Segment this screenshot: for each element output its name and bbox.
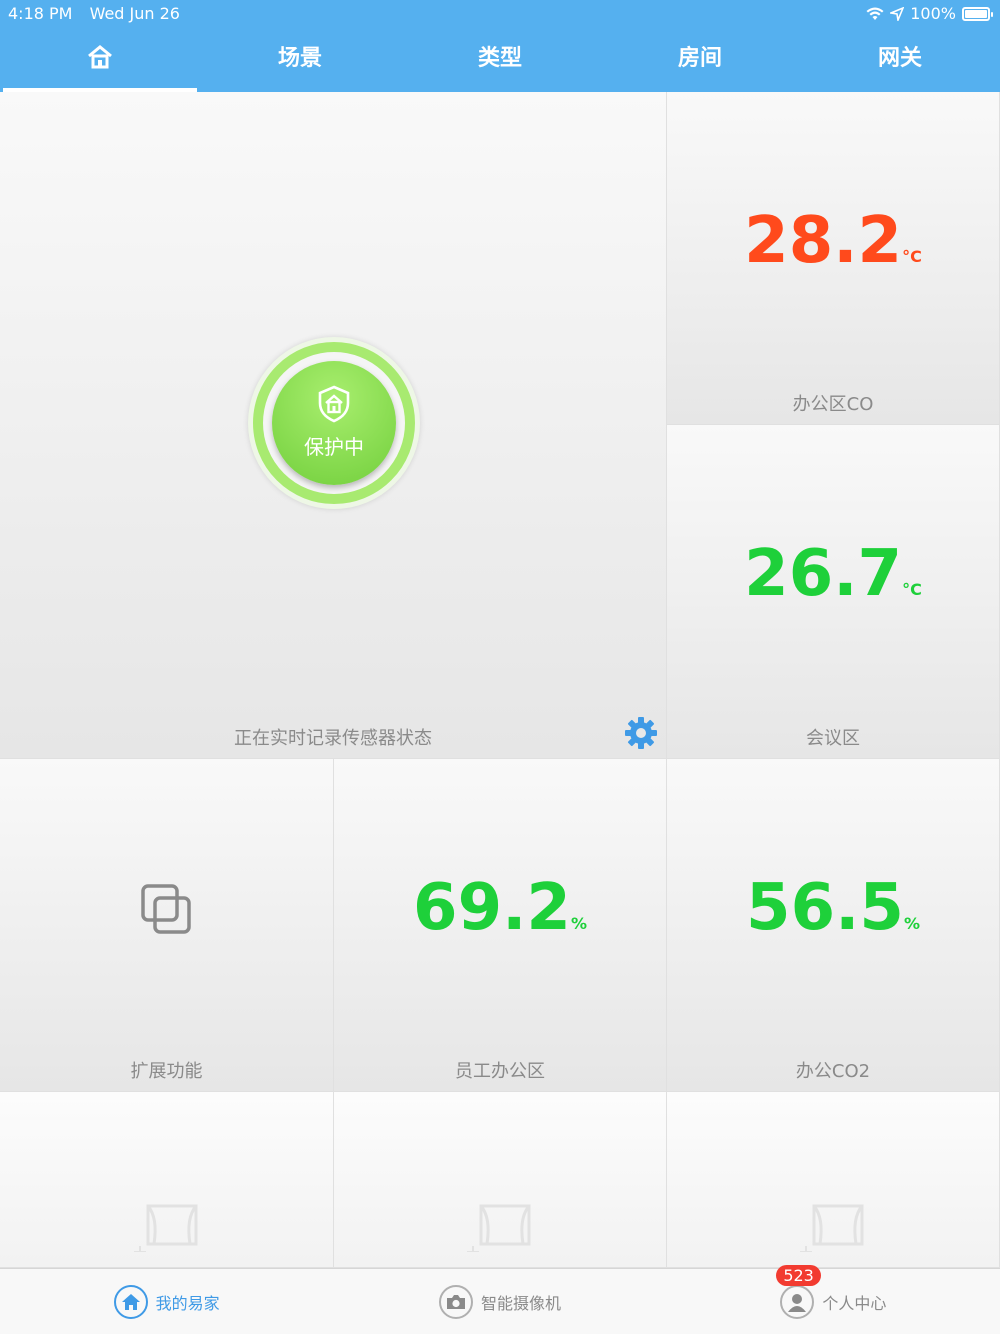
top-bar: 4:18 PM Wed Jun 26 100% 场景 类型 房间 网关 [0,0,1000,92]
sensor-reading: 56.5% [667,871,999,945]
camera-icon [438,1284,473,1319]
status-date: Wed Jun 26 [89,4,180,23]
tab-gateway[interactable]: 网关 [800,36,1000,92]
sensor-value: 56.5 [746,871,904,945]
sensor-name: 办公CO2 [795,1061,871,1082]
add-curtain-tile-1[interactable] [0,1092,334,1268]
status-bar: 4:18 PM Wed Jun 26 100% [0,0,1000,26]
extension-tile[interactable]: 扩展功能 [0,759,334,1092]
security-status-label: 保护中 [304,435,364,459]
sensor-reading: 26.7°C [667,537,999,611]
tabbar-profile-label: 个人中心 [822,1293,887,1313]
add-curtain-icon [800,1204,864,1258]
sensor-tile-office-co[interactable]: 28.2°C 办公区CO [667,92,1000,425]
shield-icon [318,385,350,423]
bottom-tab-bar: 我的易家 智能摄像机 523 个人中心 [0,1264,1000,1334]
tab-home[interactable] [0,36,200,92]
sensor-tile-meeting[interactable]: 26.7°C 会议区 [667,425,1000,759]
wifi-icon [866,7,884,20]
tabbar-camera[interactable]: 智能摄像机 [333,1269,666,1334]
sensor-value: 28.2 [744,204,903,278]
sensor-name: 办公区CO [792,394,874,415]
add-curtain-icon [133,1204,197,1258]
battery-icon [962,6,993,21]
home-icon [88,45,112,69]
add-curtain-tile-3[interactable] [667,1092,1000,1268]
add-curtain-icon [467,1204,531,1258]
sensor-tile-office-co2[interactable]: 56.5% 办公CO2 [667,759,1000,1092]
sensor-unit: % [903,914,920,933]
tabbar-home[interactable]: 我的易家 [0,1269,333,1334]
nav-tabs: 场景 类型 房间 网关 [0,36,1000,92]
tab-rooms[interactable]: 房间 [600,36,800,92]
extension-label: 扩展功能 [130,1061,203,1082]
user-icon: 523 [776,1264,821,1319]
sensor-reading: 69.2% [334,871,666,945]
notification-badge: 523 [776,1264,821,1286]
sensor-unit: °C [902,580,922,599]
tabbar-profile[interactable]: 523 个人中心 [667,1264,1000,1334]
security-toggle-button[interactable]: 保护中 [248,337,420,509]
sensor-tile-staff-office[interactable]: 69.2% 员工办公区 [334,759,667,1092]
settings-gear-icon[interactable] [624,716,658,750]
tab-scenes[interactable]: 场景 [200,36,400,92]
sensor-name: 员工办公区 [455,1061,545,1082]
battery-percent: 100% [910,4,956,23]
security-core: 保护中 [272,361,396,485]
tabbar-home-label: 我的易家 [155,1293,220,1313]
add-curtain-tile-2[interactable] [334,1092,667,1268]
status-time: 4:18 PM [8,4,73,23]
location-icon [890,6,905,21]
sensor-name: 会议区 [806,728,860,749]
sensor-unit: °C [902,247,922,266]
sensor-value: 26.7 [744,537,903,611]
sensor-value: 69.2 [413,871,571,945]
extension-icon [141,884,191,934]
security-caption: 正在实时记录传感器状态 [234,728,432,749]
tabbar-camera-label: 智能摄像机 [480,1293,561,1313]
home-icon [113,1284,148,1319]
sensor-unit: % [570,914,587,933]
sensor-reading: 28.2°C [667,204,999,278]
tab-types[interactable]: 类型 [400,36,600,92]
